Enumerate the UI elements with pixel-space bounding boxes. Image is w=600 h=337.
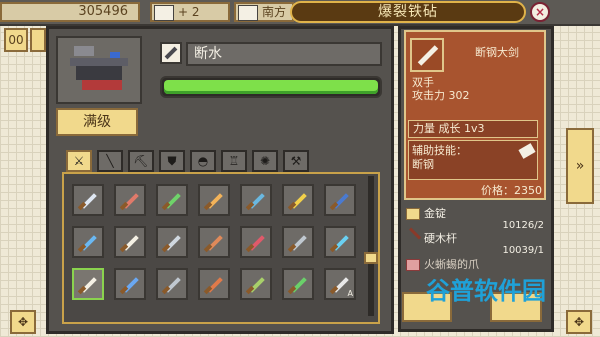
weapon-slot[interactable]: A	[324, 268, 356, 300]
detail-stat: 力量 成长 1v3	[408, 120, 538, 138]
weapon-slot[interactable]	[114, 184, 146, 216]
resource-counter-3: 南方	[234, 2, 294, 22]
tab-tool[interactable]: ⚒	[283, 150, 309, 172]
forge-progress-fill	[164, 80, 378, 94]
skill-name: 断钢	[412, 158, 434, 171]
resource-value: + 2	[178, 5, 200, 19]
tab-shield[interactable]: ⛊	[159, 150, 185, 172]
weapon-slot[interactable]	[72, 226, 104, 258]
settings-icon[interactable]: ✥	[566, 310, 592, 334]
weapon-slot[interactable]	[198, 184, 230, 216]
tab-spear[interactable]: ╲	[97, 150, 123, 172]
slot-tag: A	[347, 289, 353, 298]
resource-counter-2: + 2	[150, 2, 230, 22]
weapon-slot[interactable]	[72, 268, 104, 300]
anvil-body	[76, 66, 122, 80]
weapon-slot[interactable]	[282, 226, 314, 258]
anvil-icon	[70, 58, 128, 66]
gold-ingot-icon	[406, 208, 420, 220]
material-qty: 10126/2	[502, 220, 544, 231]
page-title: 爆裂铁砧	[290, 1, 526, 23]
blade-icon	[417, 45, 439, 66]
scroll-resource-icon	[238, 5, 258, 21]
resource-value: 南方	[262, 5, 287, 19]
weapon-slot[interactable]	[198, 226, 230, 258]
weapon-slot[interactable]	[72, 184, 104, 216]
weapon-slot[interactable]	[324, 184, 356, 216]
weapon-slot[interactable]	[156, 226, 188, 258]
weapon-type-icon	[160, 42, 182, 64]
next-page-button[interactable]: »	[566, 128, 594, 204]
claw-icon	[406, 259, 420, 271]
weapon-slot[interactable]	[198, 268, 230, 300]
weapon-slot[interactable]	[156, 184, 188, 216]
greatsword-icon	[410, 38, 444, 72]
detail-hand: 双手	[412, 76, 434, 89]
weapon-slot[interactable]	[282, 184, 314, 216]
weapon-slot[interactable]	[282, 268, 314, 300]
weapon-slot[interactable]	[240, 268, 272, 300]
weapon-slot[interactable]	[324, 226, 356, 258]
detail-price: 价格：2350	[481, 184, 542, 197]
item-name-field[interactable]: 断水	[186, 42, 382, 66]
sword-icon	[164, 46, 178, 60]
skill-label: 辅助技能：	[412, 144, 467, 157]
move-icon[interactable]: ✥	[10, 310, 36, 334]
material-qty: 10039/1	[502, 245, 544, 256]
watermark: 谷普软件园	[426, 277, 546, 305]
detail-item-name: 断钢大剑	[475, 46, 519, 59]
material-name: 硬木杆	[424, 232, 457, 245]
weapon-slot[interactable]	[240, 226, 272, 258]
anvil-icon-top	[74, 46, 94, 56]
tab-sword[interactable]: ⚔	[66, 150, 92, 172]
grid-scrollbar[interactable]	[368, 176, 374, 316]
weapon-slot[interactable]	[114, 226, 146, 258]
anvil-base	[82, 80, 122, 90]
weapon-slot[interactable]	[240, 184, 272, 216]
tab-armor[interactable]: ♖	[221, 150, 247, 172]
grid-scroll-thumb[interactable]	[364, 252, 378, 264]
pause-button[interactable]: 00	[4, 28, 28, 52]
weapon-slot[interactable]	[114, 268, 146, 300]
tab-ring[interactable]: ✺	[252, 150, 278, 172]
sword-resource-icon	[154, 5, 174, 21]
detail-attack: 攻击力 302	[412, 89, 470, 102]
close-button[interactable]: ×	[530, 2, 550, 22]
tab-axe[interactable]: ⛏	[128, 150, 154, 172]
menu-button[interactable]	[30, 28, 46, 52]
tab-helmet[interactable]: ◓	[190, 150, 216, 172]
coin-counter: 305496	[0, 2, 140, 22]
weapon-slot[interactable]	[156, 268, 188, 300]
material-name: 火蜥蜴的爪	[424, 258, 479, 271]
material-name: 金锭	[424, 207, 446, 220]
max-level-button[interactable]: 满级	[56, 108, 138, 136]
